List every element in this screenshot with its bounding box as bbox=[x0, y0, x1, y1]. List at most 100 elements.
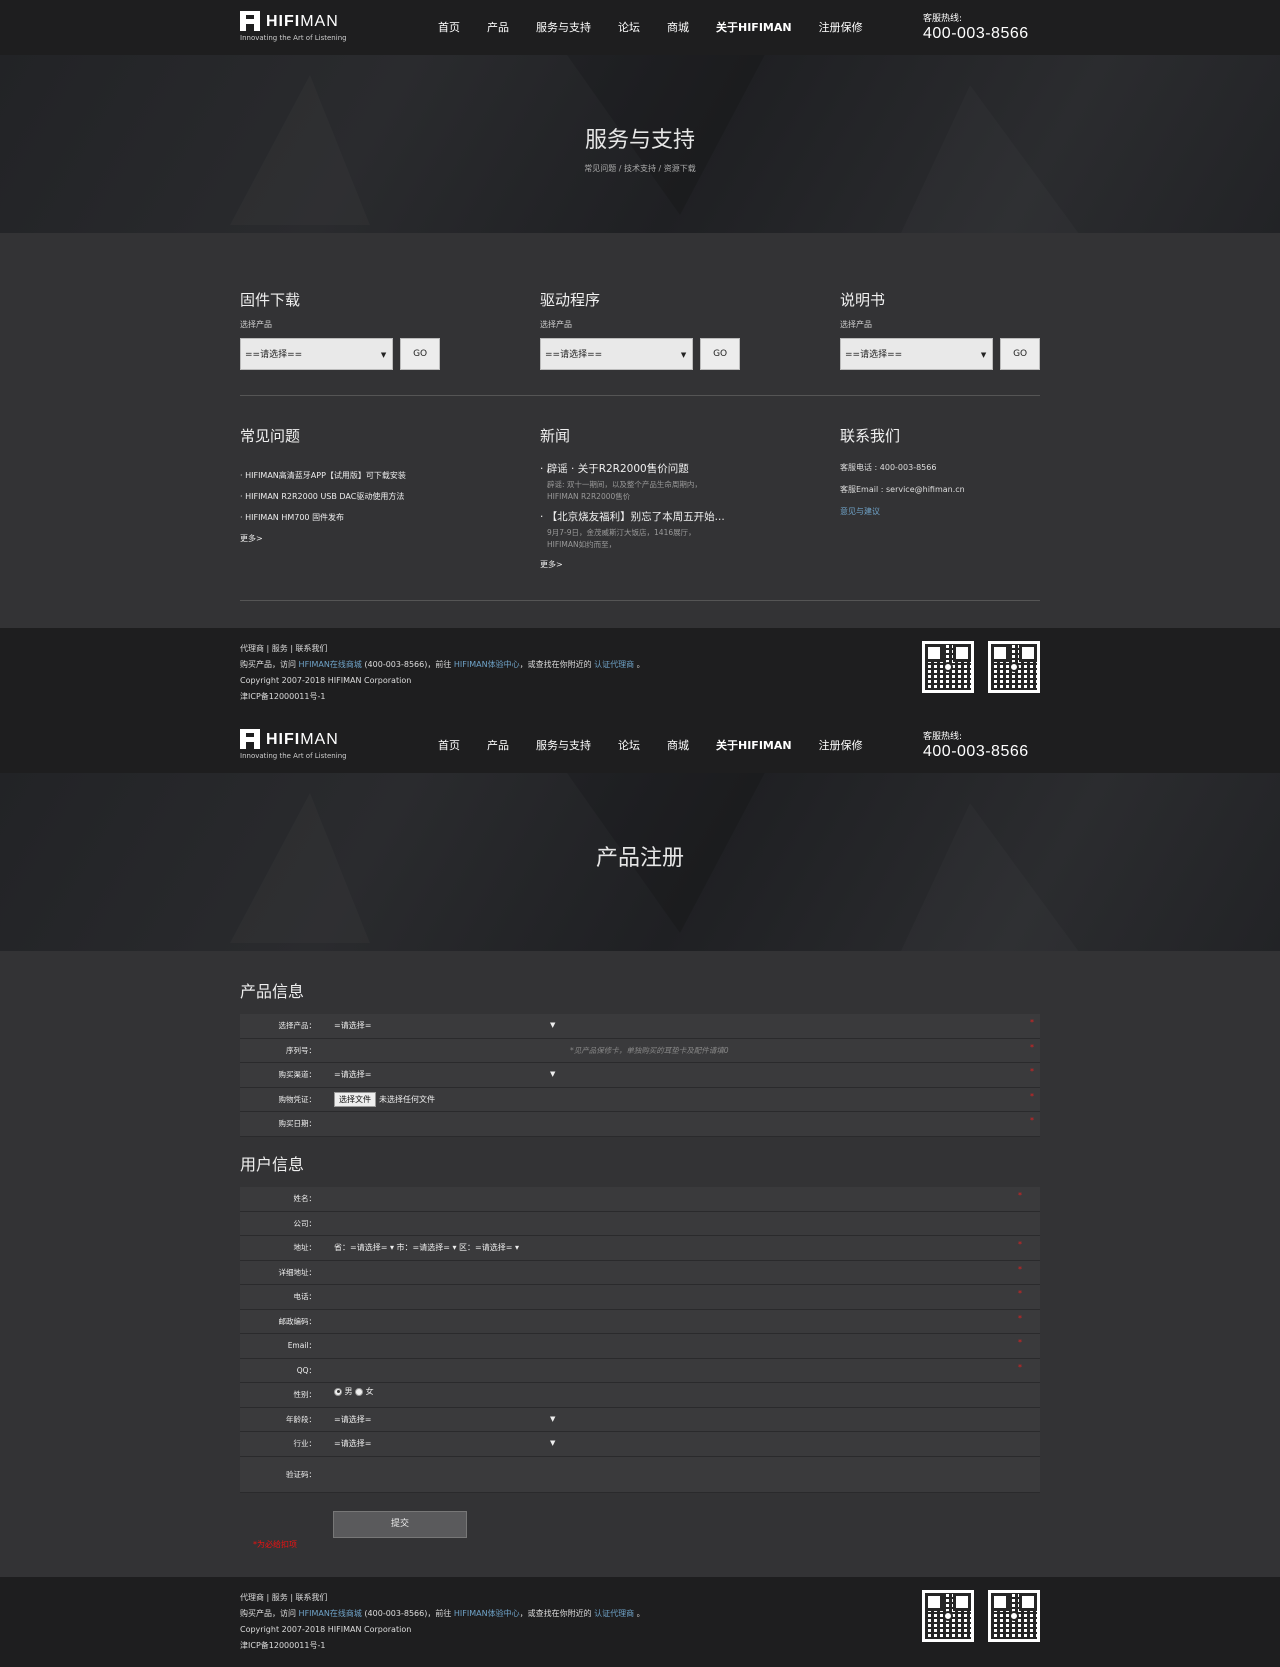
nav-home[interactable]: 首页 bbox=[438, 0, 460, 55]
manual-download: 说明书 选择产品 ==请选择== ▼ GO bbox=[840, 289, 1040, 370]
news-more-link[interactable]: 更多> bbox=[540, 559, 800, 570]
hifiman-logo[interactable]: HIFIMAN Innovating the Art of Listening bbox=[240, 11, 350, 45]
footer-buy-line: 购买产品，访问 HFIMAN在线商城 (400-003-8566)，前往 HIF… bbox=[240, 660, 645, 669]
driver-title: 驱动程序 bbox=[540, 291, 601, 309]
footer-text: 代理商 | 服务 | 联系我们 购买产品，访问 HFIMAN在线商城 (400-… bbox=[240, 1590, 645, 1654]
company-field[interactable]: 公司 bbox=[240, 1211, 1040, 1236]
feedback-link[interactable]: 意见与建议 bbox=[840, 506, 1040, 517]
purchase-date-row[interactable]: 购买日期 * bbox=[240, 1112, 1040, 1137]
firmware-label: 选择产品 bbox=[240, 320, 272, 329]
address-row: 地址省：=请选择= ▾ 市：=请选择= ▾ 区：=请选择= ▾* bbox=[240, 1236, 1040, 1261]
nav-about[interactable]: 关于HIFIMAN bbox=[716, 718, 792, 773]
serial-hint: *见产品保修卡，单独购买的耳垫卡及配件请填0 bbox=[570, 1045, 729, 1055]
firmware-go-button[interactable]: GO bbox=[400, 338, 440, 370]
email-field[interactable]: Email* bbox=[240, 1334, 1040, 1359]
nav-support[interactable]: 服务与支持 bbox=[536, 0, 591, 55]
manual-label: 选择产品 bbox=[840, 320, 872, 329]
serial-row[interactable]: 序列号 *见产品保修卡，单独购买的耳垫卡及配件请填0 * bbox=[240, 1038, 1040, 1063]
site-header: HIFIMAN Innovating the Art of Listening … bbox=[0, 718, 1280, 773]
footer-links[interactable]: 代理商 | 服务 | 联系我们 bbox=[240, 1590, 645, 1606]
driver-label: 选择产品 bbox=[540, 320, 572, 329]
nav-about[interactable]: 关于HIFIMAN bbox=[716, 0, 792, 55]
nav-support[interactable]: 服务与支持 bbox=[536, 718, 591, 773]
nav-register[interactable]: 注册保修 bbox=[819, 0, 863, 55]
footer-links[interactable]: 代理商 | 服务 | 联系我们 bbox=[240, 641, 645, 657]
nav-store[interactable]: 商城 bbox=[667, 0, 689, 55]
contact-title: 联系我们 bbox=[840, 427, 901, 445]
experience-center-link[interactable]: HIFIMAN体验中心 bbox=[454, 1609, 520, 1618]
captcha-field[interactable]: 验证码 bbox=[240, 1456, 1040, 1493]
experience-center-link[interactable]: HIFIMAN体验中心 bbox=[454, 660, 520, 669]
main-nav: 首页 产品 服务与支持 论坛 商城 关于HIFIMAN 注册保修 bbox=[438, 718, 890, 773]
phone-field[interactable]: 电话* bbox=[240, 1285, 1040, 1310]
chevron-down-icon: ▼ bbox=[980, 351, 987, 359]
logo-tagline: Innovating the Art of Listening bbox=[240, 34, 347, 42]
channel-select[interactable]: =请选择= bbox=[334, 1063, 371, 1087]
postcode-field[interactable]: 邮政编码* bbox=[240, 1309, 1040, 1334]
manual-go-button[interactable]: GO bbox=[1000, 338, 1040, 370]
faq-section: 常见问题 · HIFIMAN高清蓝牙APP【试用版】可下载安装 · HIFIMA… bbox=[240, 425, 500, 544]
hotline-number: 400-003-8566 bbox=[923, 743, 1029, 760]
news-headline[interactable]: 【北京烧友福利】别忘了本周五开始... bbox=[547, 511, 725, 523]
chevron-down-icon: ▼ bbox=[550, 1439, 556, 1447]
gender-female-radio[interactable] bbox=[355, 1387, 364, 1396]
gender-male-radio[interactable] bbox=[334, 1387, 342, 1396]
nav-home[interactable]: 首页 bbox=[438, 718, 460, 773]
industry-select[interactable]: =请选择= bbox=[334, 1432, 371, 1456]
detail-address-field[interactable]: 详细地址* bbox=[240, 1260, 1040, 1285]
footer-buy-line: 购买产品，访问 HFIMAN在线商城 (400-003-8566)，前往 HIF… bbox=[240, 1609, 645, 1618]
channel-row: 购买渠道 =请选择= ▼ * bbox=[240, 1063, 1040, 1088]
required-note: *为必给扣项 bbox=[253, 1540, 297, 1549]
faq-item[interactable]: · HIFIMAN HM700 固件发布 bbox=[240, 512, 500, 523]
nav-store[interactable]: 商城 bbox=[667, 718, 689, 773]
manual-product-select[interactable]: ==请选择== ▼ bbox=[840, 338, 994, 370]
agent-link[interactable]: 认证代理商 bbox=[594, 1609, 634, 1618]
driver-product-select[interactable]: ==请选择== ▼ bbox=[540, 338, 694, 370]
store-link[interactable]: HFIMAN在线商城 bbox=[299, 660, 362, 669]
nav-forum[interactable]: 论坛 bbox=[618, 0, 640, 55]
name-field[interactable]: 姓名* bbox=[240, 1187, 1040, 1212]
firmware-download: 固件下载 选择产品 ==请选择== ▼ GO bbox=[240, 289, 440, 370]
age-select[interactable]: =请选择= bbox=[334, 1408, 371, 1432]
faq-item[interactable]: · HIFIMAN高清蓝牙APP【试用版】可下载安装 bbox=[240, 470, 500, 481]
logo-mark-icon bbox=[240, 729, 260, 749]
main-nav: 首页 产品 服务与支持 论坛 商城 关于HIFIMAN 注册保修 bbox=[438, 0, 890, 55]
hifiman-logo[interactable]: HIFIMAN Innovating the Art of Listening bbox=[240, 729, 350, 763]
site-footer: 代理商 | 服务 | 联系我们 购买产品，访问 HFIMAN在线商城 (400-… bbox=[0, 1577, 1280, 1667]
product-info-table: 选择产品 =请选择= ▼ * 序列号 *见产品保修卡，单独购买的耳垫卡及配件请填… bbox=[240, 1014, 1040, 1137]
logo-wordmark: HIFIMAN bbox=[266, 731, 339, 748]
nav-products[interactable]: 产品 bbox=[487, 0, 509, 55]
address-selects[interactable]: 省：=请选择= ▾ 市：=请选择= ▾ 区：=请选择= ▾ bbox=[334, 1236, 519, 1260]
contact-email[interactable]: 客服Email : service@hifiman.cn bbox=[840, 484, 1040, 495]
news-section: 新闻 · 辟谣 · 关于R2R2000售价问题 辟谣: 双十一期间，以及整个产品… bbox=[540, 425, 800, 570]
driver-go-button[interactable]: GO bbox=[700, 338, 740, 370]
faq-item[interactable]: · HIFIMAN R2R2000 USB DAC驱动使用方法 bbox=[240, 491, 500, 502]
industry-row: 行业=请选择=▼ bbox=[240, 1432, 1040, 1457]
faq-more-link[interactable]: 更多> bbox=[240, 533, 500, 544]
agent-link[interactable]: 认证代理商 bbox=[594, 660, 634, 669]
news-headline[interactable]: 辟谣 · 关于R2R2000售价问题 bbox=[547, 463, 689, 475]
icp-number[interactable]: 津ICP备12000011号-1 bbox=[240, 1638, 645, 1654]
icp-number[interactable]: 津ICP备12000011号-1 bbox=[240, 689, 645, 705]
nav-register[interactable]: 注册保修 bbox=[819, 718, 863, 773]
news-item[interactable]: · 辟谣 · 关于R2R2000售价问题 辟谣: 双十一期间，以及整个产品生命周… bbox=[540, 461, 800, 503]
firmware-product-select[interactable]: ==请选择== ▼ bbox=[240, 338, 394, 370]
site-footer: 代理商 | 服务 | 联系我们 购买产品，访问 HFIMAN在线商城 (400-… bbox=[0, 628, 1280, 718]
hotline-label: 客服热线: bbox=[923, 14, 963, 24]
news-item[interactable]: · 【北京烧友福利】别忘了本周五开始... 9月7-9日，金茂威斯汀大饭店，14… bbox=[540, 509, 800, 551]
divider bbox=[240, 600, 1040, 601]
store-link[interactable]: HFIMAN在线商城 bbox=[299, 1609, 362, 1618]
product-select[interactable]: =请选择= bbox=[334, 1014, 371, 1038]
breadcrumb: 常见问题 / 技术支持 / 资源下载 bbox=[584, 164, 696, 173]
site-header: HIFIMAN Innovating the Art of Listening … bbox=[0, 0, 1280, 55]
weibo-qr-icon bbox=[988, 641, 1040, 693]
news-desc: 9月7-9日，金茂威斯汀大饭店，1416展厅，HIFIMAN如约而至， bbox=[547, 528, 696, 549]
logo-tagline: Innovating the Art of Listening bbox=[240, 752, 347, 760]
nav-products[interactable]: 产品 bbox=[487, 718, 509, 773]
copyright: Copyright 2007-2018 HIFIMAN Corporation bbox=[240, 676, 412, 685]
logo-mark-icon bbox=[240, 11, 260, 31]
choose-file-button[interactable]: 选择文件 bbox=[334, 1091, 376, 1107]
nav-forum[interactable]: 论坛 bbox=[618, 718, 640, 773]
submit-button[interactable]: 提交 bbox=[333, 1511, 467, 1538]
wechat-qr-icon bbox=[922, 641, 974, 693]
